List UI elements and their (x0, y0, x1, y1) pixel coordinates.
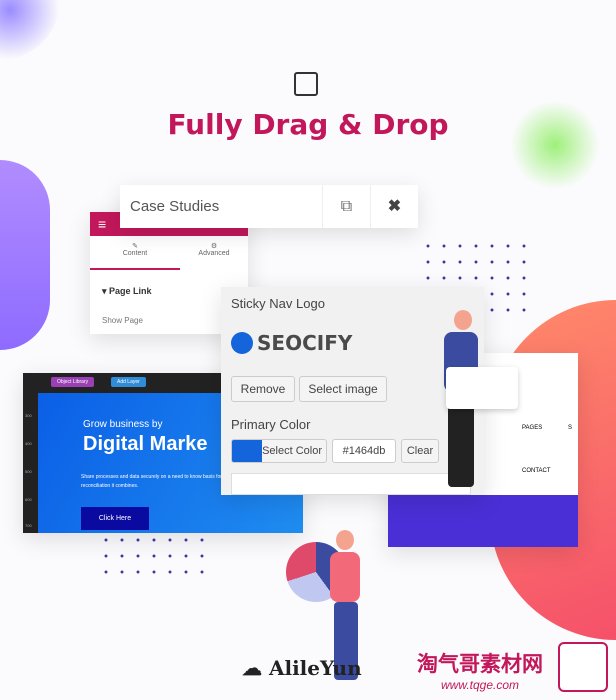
color-hex-input[interactable]: #1464db (332, 439, 396, 463)
page-title: Fully Drag & Drop (167, 108, 449, 141)
remove-button[interactable]: Remove (231, 376, 295, 402)
decor-dots (98, 532, 210, 580)
tab-advanced[interactable]: ⚙ Advanced (180, 242, 248, 270)
case-studies-bar: Case Studies ⧉ ✖ (120, 185, 418, 228)
ruler-label: 300 (25, 413, 32, 418)
copy-button[interactable]: ⧉ (322, 185, 370, 228)
nav-item[interactable]: PAGES (522, 425, 542, 431)
watermark-alileyun: ☁ AlileYun (242, 656, 362, 680)
clear-button[interactable]: Clear (401, 439, 439, 463)
primary-color-label: Primary Color (231, 417, 311, 432)
copy-icon: ⧉ (340, 198, 353, 215)
panel-title: Sticky Nav Logo (231, 296, 325, 311)
pencil-icon: ✎ (132, 243, 138, 250)
seocify-logo: SEOCIFY (231, 331, 352, 355)
ruler-label: 700 (25, 523, 32, 528)
hamburger-icon[interactable]: ≡ (98, 216, 106, 232)
ruler-label: 500 (25, 469, 32, 474)
decor-blob (0, 0, 60, 60)
close-icon: ✖ (387, 198, 402, 215)
cta-button[interactable]: Click Here (81, 507, 149, 530)
add-layer-button[interactable]: Add Layer (111, 377, 146, 387)
slide-kicker: Grow business by (83, 419, 163, 430)
nav-item[interactable]: CONTACT (522, 468, 551, 474)
section-page-link[interactable]: ▾ Page Link (102, 286, 152, 297)
watermark-face-icon (558, 642, 608, 692)
chart-board-icon (446, 367, 518, 409)
tab-label: Content (122, 250, 148, 257)
field-show-page: Show Page (102, 316, 143, 325)
watermark-tqge: 淘气哥素材网 www.tqge.com (417, 653, 543, 692)
gear-icon: ⚙ (210, 243, 218, 250)
decor-blob (0, 160, 50, 350)
section-label: Page Link (109, 286, 152, 296)
drag-drop-window-icon (294, 72, 318, 96)
ruler-label: 600 (25, 497, 32, 502)
tab-label: Advanced (198, 250, 230, 257)
object-library-button[interactable]: Object Library (51, 377, 95, 387)
select-color-label: Select Color (262, 445, 322, 457)
case-title: Case Studies (130, 198, 220, 215)
select-image-button[interactable]: Select image (299, 376, 387, 402)
close-button[interactable]: ✖ (370, 185, 418, 228)
ruler-label: 400 (25, 441, 32, 446)
tab-content[interactable]: ✎ Content (90, 242, 180, 270)
select-color-button[interactable]: Select Color (231, 439, 327, 463)
color-picker[interactable] (231, 473, 471, 495)
slide-headline: Digital Marke (83, 433, 208, 455)
nav-item[interactable]: S (568, 425, 572, 431)
